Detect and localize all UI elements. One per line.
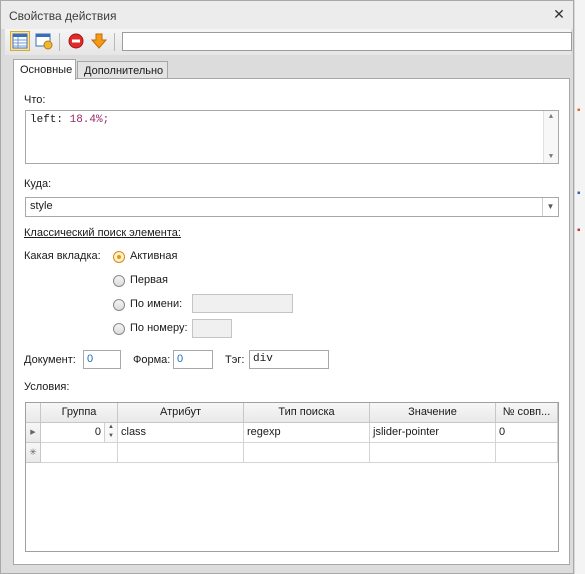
chevron-down-icon[interactable]: ▼ — [542, 198, 558, 216]
move-down-button[interactable] — [89, 31, 109, 51]
title-bar[interactable]: Свойства действия ✕ — [1, 1, 573, 29]
tab-number-input[interactable] — [192, 319, 232, 338]
browser-window-button[interactable] — [34, 31, 54, 51]
radio-active[interactable] — [113, 251, 125, 263]
radio-by-number-label[interactable]: По номеру: — [130, 322, 188, 334]
column-header-group[interactable]: Группа — [41, 403, 118, 423]
new-row-cell[interactable] — [370, 443, 496, 463]
tag-input[interactable]: div — [249, 350, 329, 369]
spinner-icon[interactable]: ▲ ▼ — [104, 423, 117, 442]
toolbar-separator — [59, 33, 60, 51]
row-indicator-icon: ▶ — [26, 423, 41, 443]
new-row-icon: ✳ — [26, 443, 41, 463]
new-row-cell[interactable] — [118, 443, 244, 463]
table-icon — [12, 33, 28, 49]
table-cell-search-type[interactable]: regexp — [244, 423, 370, 443]
tab-main[interactable]: Основные — [13, 59, 76, 80]
column-header-match-no[interactable]: № совп... — [496, 403, 558, 423]
radio-first-label[interactable]: Первая — [130, 274, 168, 286]
toolbar — [5, 29, 572, 55]
toolbar-input[interactable] — [122, 32, 572, 51]
where-select-value: style — [30, 200, 53, 212]
browser-window-icon — [35, 33, 53, 50]
table-cell-value[interactable]: jslider-pointer — [370, 423, 496, 443]
scroll-up-icon[interactable]: ▲ — [544, 111, 558, 123]
arrow-down-icon — [90, 33, 108, 49]
document-input[interactable]: 0 — [83, 350, 121, 369]
table-view-button[interactable] — [10, 31, 30, 51]
close-icon[interactable]: ✕ — [551, 6, 567, 22]
tab-name-input[interactable] — [192, 294, 293, 313]
new-row-cell[interactable] — [496, 443, 558, 463]
new-row-cell[interactable] — [244, 443, 370, 463]
radio-by-name[interactable] — [113, 299, 125, 311]
what-textarea[interactable]: left: 18.4%; ▲ ▼ — [25, 110, 559, 164]
table-cell-attribute[interactable]: class — [118, 423, 244, 443]
background-window-edge: ▪ ▪ ▪ — [574, 0, 585, 574]
window-title: Свойства действия — [9, 9, 117, 23]
document-label: Документ: — [24, 354, 76, 366]
tab-panel-main: Что: left: 18.4%; ▲ ▼ Куда: style ▼ Клас… — [13, 78, 570, 565]
stop-button[interactable] — [66, 31, 86, 51]
toolbar-separator — [114, 33, 115, 51]
action-properties-dialog: Свойства действия ✕ Основные Дополнитель… — [0, 0, 574, 574]
where-select[interactable]: style ▼ — [25, 197, 559, 217]
radio-active-label[interactable]: Активная — [130, 250, 177, 262]
grid-corner — [26, 403, 41, 423]
radio-by-name-label[interactable]: По имени: — [130, 298, 182, 310]
tag-label: Тэг: — [225, 354, 245, 366]
classic-search-heading: Классический поиск элемента: — [24, 227, 181, 239]
textarea-scrollbar[interactable]: ▲ ▼ — [543, 111, 558, 163]
scroll-down-icon[interactable]: ▼ — [544, 151, 558, 163]
new-row-cell[interactable] — [41, 443, 118, 463]
code-property: left: — [30, 114, 70, 126]
column-header-search-type[interactable]: Тип поиска — [244, 403, 370, 423]
conditions-grid: Группа Атрибут Тип поиска Значение № сов… — [25, 402, 559, 552]
background-marker: ▪ — [577, 188, 581, 199]
which-tab-label: Какая вкладка: — [24, 250, 101, 262]
background-marker: ▪ — [577, 105, 581, 116]
column-header-value[interactable]: Значение — [370, 403, 496, 423]
conditions-label: Условия: — [24, 381, 70, 393]
table-cell-match-no[interactable]: 0 — [496, 423, 558, 443]
what-label: Что: — [24, 94, 46, 106]
form-input[interactable]: 0 — [173, 350, 213, 369]
table-cell-group[interactable]: 0 ▲ ▼ — [41, 423, 118, 443]
tab-additional[interactable]: Дополнительно — [77, 61, 168, 79]
code-value: 18.4%; — [69, 114, 110, 126]
column-header-attribute[interactable]: Атрибут — [118, 403, 244, 423]
background-marker: ▪ — [577, 225, 581, 236]
radio-by-number[interactable] — [113, 323, 125, 335]
form-label: Форма: — [133, 354, 171, 366]
where-label: Куда: — [24, 178, 52, 190]
radio-first[interactable] — [113, 275, 125, 287]
stop-icon — [68, 33, 84, 49]
group-value[interactable]: 0 — [95, 423, 101, 442]
